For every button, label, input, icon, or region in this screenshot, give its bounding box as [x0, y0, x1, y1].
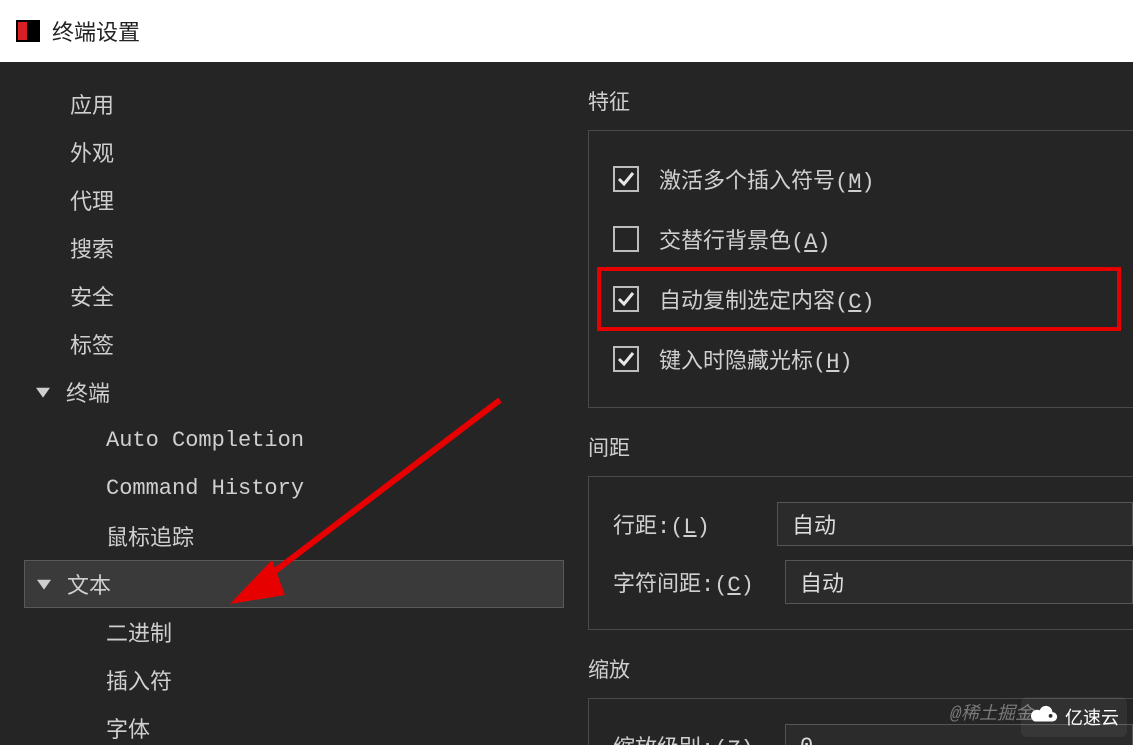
feature-auto-copy-selection[interactable]: 自动复制选定内容(C) — [599, 269, 1119, 329]
sidebar-item-app[interactable]: 应用 — [24, 80, 564, 128]
feature-label: 激活多个插入符号(M) — [659, 163, 875, 195]
section-title-features: 特征 — [588, 86, 1133, 116]
input-char-spacing[interactable]: 自动 — [785, 560, 1133, 604]
checkbox[interactable] — [613, 346, 639, 372]
sidebar-item-search[interactable]: 搜索 — [24, 224, 564, 272]
sidebar-item-caret[interactable]: 插入符 — [24, 656, 564, 704]
sidebar-item-binary[interactable]: 二进制 — [24, 608, 564, 656]
sidebar-item-label: 代理 — [70, 184, 114, 216]
sidebar-item-label: 外观 — [70, 136, 114, 168]
sidebar-item-label: Command History — [106, 476, 304, 501]
sidebar-item-label: 插入符 — [106, 664, 172, 696]
features-group: 激活多个插入符号(M) 交替行背景色(A) 自动复制选定内容(C) 键入时隐藏光… — [588, 130, 1133, 408]
sidebar-item-label: 文本 — [67, 568, 111, 600]
caret-down-icon — [34, 383, 52, 401]
sidebar-item-label: 搜索 — [70, 232, 114, 264]
sidebar-item-font[interactable]: 字体 — [24, 704, 564, 745]
sidebar-item-label: 二进制 — [106, 616, 172, 648]
sidebar-item-label: Auto Completion — [106, 428, 304, 453]
sidebar-item-proxy[interactable]: 代理 — [24, 176, 564, 224]
sidebar-item-label: 标签 — [70, 328, 114, 360]
sidebar-item-label: 鼠标追踪 — [106, 520, 194, 552]
feature-label: 自动复制选定内容(C) — [659, 283, 875, 315]
sidebar-item-terminal[interactable]: 终端 — [24, 368, 564, 416]
feature-label: 交替行背景色(A) — [659, 223, 831, 255]
settings-panel: 特征 激活多个插入符号(M) 交替行背景色(A) 自动复制选定内容(C) 键入时… — [564, 80, 1133, 745]
feature-label: 键入时隐藏光标(H) — [659, 343, 853, 375]
sidebar-item-label: 安全 — [70, 280, 114, 312]
sidebar-item-label: 应用 — [70, 88, 114, 120]
label-char-spacing: 字符间距:(C) — [613, 566, 771, 598]
spacing-group: 行距:(L) 自动 字符间距:(C) 自动 — [588, 476, 1133, 630]
sidebar-item-label: 终端 — [66, 376, 110, 408]
section-title-zoom: 缩放 — [588, 654, 1133, 684]
sidebar-item-appearance[interactable]: 外观 — [24, 128, 564, 176]
sidebar-item-label: 字体 — [106, 712, 150, 744]
section-title-spacing: 间距 — [588, 432, 1133, 462]
label-line-spacing: 行距:(L) — [613, 508, 763, 540]
feature-alt-row-bg[interactable]: 交替行背景色(A) — [613, 209, 1133, 269]
sidebar-item-security[interactable]: 安全 — [24, 272, 564, 320]
sidebar-item-auto-completion[interactable]: Auto Completion — [24, 416, 564, 464]
sidebar-item-text[interactable]: 文本 — [24, 560, 564, 608]
settings-sidebar: 应用 外观 代理 搜索 安全 标签 终端 Auto Completion Com… — [0, 80, 564, 745]
input-line-spacing[interactable]: 自动 — [777, 502, 1133, 546]
watermark-yisu: 亿速云 — [1021, 697, 1127, 737]
window-title: 终端设置 — [52, 15, 140, 47]
checkbox[interactable] — [613, 166, 639, 192]
checkbox[interactable] — [613, 226, 639, 252]
sidebar-item-command-history[interactable]: Command History — [24, 464, 564, 512]
app-icon — [14, 17, 42, 45]
row-line-spacing: 行距:(L) 自动 — [613, 495, 1133, 553]
checkbox[interactable] — [613, 286, 639, 312]
label-zoom-level: 缩放级别:(Z) — [613, 730, 771, 745]
cloud-icon — [1029, 703, 1059, 731]
watermark-label: 亿速云 — [1065, 704, 1119, 730]
feature-multi-caret[interactable]: 激活多个插入符号(M) — [613, 149, 1133, 209]
row-char-spacing: 字符间距:(C) 自动 — [613, 553, 1133, 611]
feature-hide-cursor-typing[interactable]: 键入时隐藏光标(H) — [613, 329, 1133, 389]
sidebar-item-tabs[interactable]: 标签 — [24, 320, 564, 368]
sidebar-item-mouse-tracking[interactable]: 鼠标追踪 — [24, 512, 564, 560]
titlebar: 终端设置 — [0, 0, 1133, 62]
caret-down-icon — [35, 575, 53, 593]
main-area: 应用 外观 代理 搜索 安全 标签 终端 Auto Completion Com… — [0, 62, 1133, 745]
